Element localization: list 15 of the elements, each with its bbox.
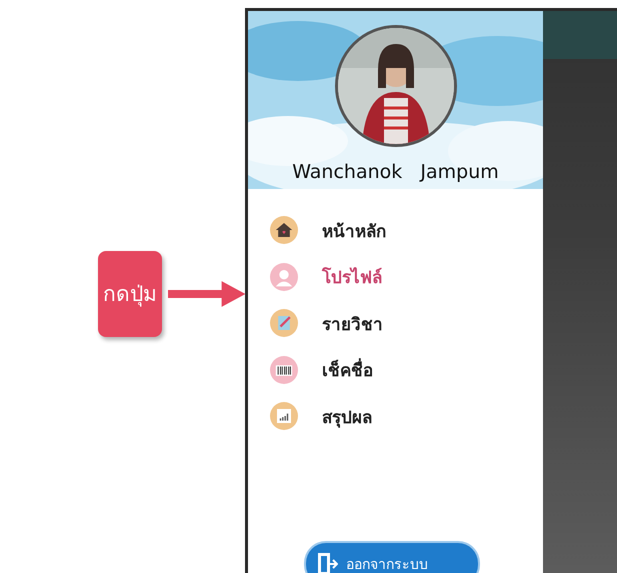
callout-label: กดปุ่ม (98, 250, 162, 336)
menu-item[interactable]: เช็คชื่อ (322, 356, 373, 384)
user-name: Wanchanok Jampum (292, 161, 499, 183)
person-icon (270, 262, 298, 291)
chart-icon (270, 402, 298, 430)
door-icon (316, 551, 338, 573)
logout-button[interactable]: ออกจากระบบ (306, 543, 478, 573)
menu-item[interactable]: หน้าหลัก (322, 216, 386, 244)
home-icon (270, 216, 298, 244)
book-icon (270, 309, 298, 338)
barcode-icon (270, 356, 298, 384)
menu-item[interactable]: รายวิชา (322, 310, 383, 337)
menu-item[interactable]: โปรไฟล์ (322, 263, 382, 290)
menu-item[interactable]: สรุปผล (322, 402, 372, 430)
arrow-icon (168, 278, 245, 308)
